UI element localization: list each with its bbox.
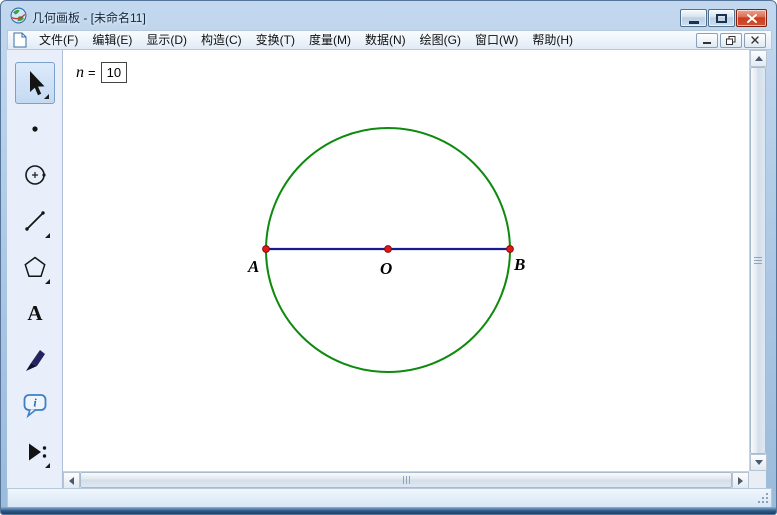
- resize-grip[interactable]: [756, 493, 768, 505]
- window-bottom-frame: [1, 507, 776, 514]
- tool-palette: A i: [7, 50, 63, 488]
- mdi-close-button[interactable]: [744, 33, 766, 48]
- scroll-left-button[interactable]: [63, 472, 80, 489]
- mdi-minimize-icon: [703, 42, 711, 44]
- flyout-indicator-icon: [45, 463, 50, 468]
- document-icon[interactable]: [13, 32, 27, 48]
- title-bar: 几何画板 - [未命名11]: [1, 1, 776, 30]
- flyout-indicator-icon: [45, 279, 50, 284]
- point-O[interactable]: [385, 246, 392, 253]
- selection-arrow-tool[interactable]: [7, 60, 63, 106]
- marker-tool[interactable]: [7, 336, 63, 382]
- mdi-restore-button[interactable]: [720, 33, 742, 48]
- window-title: 几何画板 - [未命名11]: [32, 9, 146, 26]
- scrollbar-corner: [749, 471, 766, 488]
- geometry-figure: A O B: [63, 50, 749, 471]
- close-icon: [747, 14, 757, 23]
- information-tool[interactable]: i: [7, 382, 63, 428]
- compass-circle-icon: [20, 160, 50, 190]
- menu-item-file[interactable]: 文件(F): [32, 31, 85, 49]
- mdi-minimize-button[interactable]: [696, 33, 718, 48]
- compass-tool[interactable]: [7, 152, 63, 198]
- menu-item-construct[interactable]: 构造(C): [194, 31, 249, 49]
- scroll-right-button[interactable]: [732, 472, 749, 489]
- label-B[interactable]: B: [513, 255, 525, 274]
- custom-tool[interactable]: [7, 428, 63, 474]
- text-icon: A: [20, 298, 50, 328]
- scrollbar-grip-icon: [754, 257, 762, 258]
- window-controls: [680, 9, 767, 27]
- menu-item-window[interactable]: 窗口(W): [468, 31, 525, 49]
- menu-bar: 文件(F) 编辑(E) 显示(D) 构造(C) 变换(T) 度量(M) 数据(N…: [7, 30, 772, 50]
- scroll-down-button[interactable]: [750, 454, 767, 471]
- vertical-scrollbar-thumb[interactable]: [750, 67, 766, 454]
- left-arrow-icon: [69, 477, 74, 485]
- flyout-indicator-icon: [44, 94, 49, 99]
- menu-item-data[interactable]: 数据(N): [358, 31, 413, 49]
- mdi-window-controls: [696, 33, 766, 48]
- close-button[interactable]: [736, 9, 767, 27]
- down-arrow-icon: [755, 460, 763, 465]
- menu-item-display[interactable]: 显示(D): [139, 31, 194, 49]
- status-bar: [7, 488, 772, 509]
- menu-item-graph[interactable]: 绘图(G): [413, 31, 468, 49]
- custom-tool-icon: [20, 436, 50, 466]
- mdi-restore-icon: [726, 36, 736, 45]
- point-B[interactable]: [507, 246, 514, 253]
- right-arrow-icon: [738, 477, 743, 485]
- straightedge-tool[interactable]: [7, 198, 63, 244]
- scroll-up-button[interactable]: [750, 50, 767, 67]
- up-arrow-icon: [755, 56, 763, 61]
- maximize-icon: [716, 14, 727, 23]
- menu-item-transform[interactable]: 变换(T): [249, 31, 302, 49]
- svg-text:A: A: [27, 301, 43, 325]
- menu-item-edit[interactable]: 编辑(E): [85, 31, 139, 49]
- vertical-scrollbar[interactable]: [749, 50, 766, 471]
- straightedge-icon: [20, 206, 50, 236]
- menu-item-help[interactable]: 帮助(H): [525, 31, 580, 49]
- scrollbar-grip-icon: [403, 476, 404, 484]
- app-logo-icon: [10, 7, 27, 24]
- sketch-canvas[interactable]: n = 10 A O B: [63, 50, 749, 471]
- polygon-tool[interactable]: [7, 244, 63, 290]
- flyout-indicator-icon: [45, 233, 50, 238]
- maximize-button[interactable]: [708, 9, 735, 27]
- text-tool[interactable]: A: [7, 290, 63, 336]
- point-tool[interactable]: [7, 106, 63, 152]
- label-O[interactable]: O: [380, 259, 392, 278]
- mdi-close-icon: [751, 36, 759, 44]
- minimize-icon: [689, 21, 699, 24]
- horizontal-scrollbar-thumb[interactable]: [80, 472, 732, 488]
- marker-pen-icon: [20, 344, 50, 374]
- polygon-icon: [20, 252, 50, 282]
- horizontal-scrollbar[interactable]: [63, 471, 749, 488]
- information-icon: i: [20, 390, 50, 420]
- menu-item-measure[interactable]: 度量(M): [302, 31, 358, 49]
- minimize-button[interactable]: [680, 9, 707, 27]
- label-A[interactable]: A: [247, 257, 259, 276]
- point-icon: [20, 114, 50, 144]
- point-A[interactable]: [263, 246, 270, 253]
- app-window: 几何画板 - [未命名11] 文件(F) 编辑(E) 显示(D) 构造(C) 变…: [0, 0, 777, 515]
